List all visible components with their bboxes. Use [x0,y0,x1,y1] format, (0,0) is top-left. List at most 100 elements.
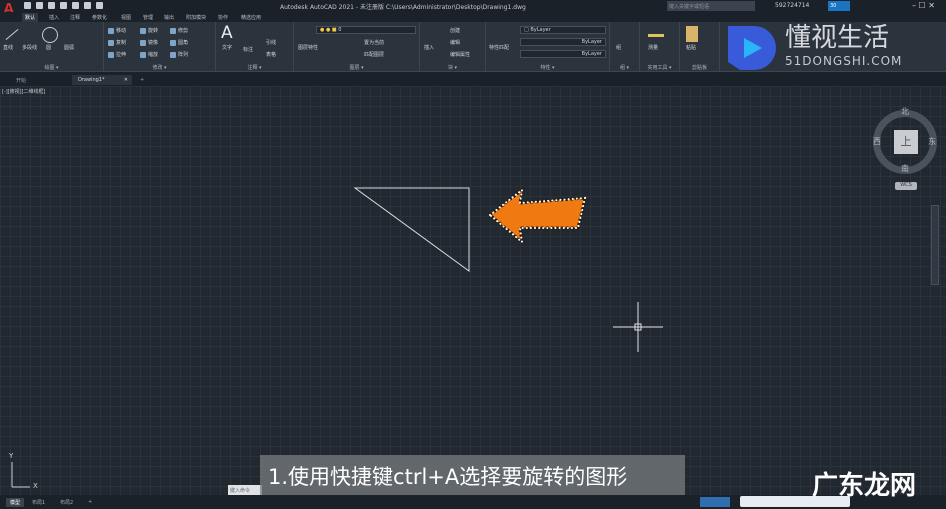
text-tool[interactable]: 文字 [222,44,232,51]
ucs-x-label: X [33,482,38,490]
viewport-controls[interactable]: [-][俯视][二维线框] [2,88,46,95]
open-icon[interactable] [36,2,43,9]
panel-label[interactable]: 块 ▾ [420,64,485,71]
insert-tool[interactable]: 插入 [424,44,434,51]
lineweight-dropdown[interactable]: ByLayer [520,50,606,58]
north-label[interactable]: 北 [901,106,909,117]
panel-label[interactable]: 实用工具 ▾ [640,64,679,71]
line-tool[interactable]: 直线 [3,44,13,51]
tab-view[interactable]: 视图 [118,13,134,22]
south-label[interactable]: 南 [901,163,909,174]
west-label[interactable]: 西 [873,136,881,147]
panel-label[interactable]: 修改 ▾ [104,64,215,71]
panel-layers: 图层特性 ● ● ■ 0 置为当前 匹配图层 图层 ▾ [294,22,420,72]
stretch-tool[interactable]: 拉伸 [108,51,126,58]
brand-watermark-cn: 懂视生活 [785,23,890,53]
dimension-tool[interactable]: 标注 [243,46,253,53]
move-tool[interactable]: 移动 [108,27,126,34]
layer-dropdown[interactable]: ● ● ■ 0 [316,26,416,34]
tab-drawing1[interactable]: Drawing1* ✕ [72,75,132,85]
subtitle-caption: 1.使用快捷键ctrl+A选择要旋转的图形 [260,455,685,495]
copy-tool[interactable]: 复制 [108,39,126,46]
linetype-dropdown[interactable]: ByLayer [520,38,606,46]
paste-tool[interactable]: 粘贴 [686,44,696,51]
panel-block: 插入 创建 编辑 编辑属性 块 ▾ [420,22,486,72]
panel-label[interactable]: 注释 ▾ [216,64,293,71]
brand-logo-icon [728,26,776,70]
east-label[interactable]: 东 [928,136,936,147]
tab-output[interactable]: 输出 [161,13,177,22]
tab-layout1[interactable]: 布局1 [28,498,49,507]
panel-annotation: A 文字 标注 引线 表格 注释 ▾ [216,22,294,72]
array-tool[interactable]: 阵列 [170,51,188,58]
close-icon[interactable]: ✕ [124,77,128,83]
status-toggles[interactable] [700,497,730,507]
layer-properties-tool[interactable]: 图层特性 [298,44,318,51]
mirror-tool[interactable]: 镜像 [140,39,158,46]
panel-clipboard: 粘贴 剪贴板 [680,22,720,72]
save-icon[interactable] [48,2,55,9]
save-as-icon[interactable] [60,2,67,9]
panel-label[interactable]: 图层 ▾ [294,64,419,71]
tab-parametric[interactable]: 参数化 [89,13,110,22]
tab-featured[interactable]: 精选应用 [238,13,264,22]
trial-badge[interactable]: 30 [828,1,850,11]
trim-tool[interactable]: 修剪 [170,27,188,34]
ribbon: 直线 多段线 圆 圆弧 绘图 ▾ 移动 旋转 修剪 复制 镜像 圆角 拉伸 缩放… [0,22,946,72]
panel-label[interactable]: 绘图 ▾ [0,64,103,71]
panel-label[interactable]: 组 ▾ [610,64,639,71]
measure-icon [648,34,664,37]
rotate-tool[interactable]: 旋转 [140,27,158,34]
match-layer-tool[interactable]: 匹配图层 [364,51,384,58]
match-properties-tool[interactable]: 特性匹配 [489,44,509,51]
wcs-menu[interactable]: WCS [895,182,917,190]
panel-modify: 移动 旋转 修剪 复制 镜像 圆角 拉伸 缩放 阵列 修改 ▾ [104,22,216,72]
arc-tool[interactable]: 圆弧 [64,44,74,51]
polyline-tool[interactable]: 多段线 [22,44,37,51]
tab-model[interactable]: 模型 [6,498,25,507]
search-input[interactable]: 键入关键字或短语 [667,1,755,11]
table-tool[interactable]: 表格 [266,51,276,58]
tab-collaborate[interactable]: 协作 [215,13,231,22]
command-input[interactable]: 键入命令 [228,485,262,495]
fillet-tool[interactable]: 圆角 [170,39,188,46]
tab-annotate[interactable]: 注释 [67,13,83,22]
tab-manage[interactable]: 管理 [140,13,156,22]
edit-block-tool[interactable]: 编辑 [450,39,460,46]
tab-default[interactable]: 默认 [22,13,39,22]
document-tabs: 开始 Drawing1* ✕ + [0,72,946,86]
new-icon[interactable] [24,2,31,9]
add-layout-button[interactable]: + [84,498,96,506]
group-tool[interactable]: 组 [616,44,621,51]
measure-tool[interactable]: 测量 [648,44,658,51]
window-controls[interactable]: – ☐ ✕ [912,1,935,10]
edit-attributes-tool[interactable]: 编辑属性 [450,51,470,58]
leader-tool[interactable]: 引线 [266,39,276,46]
navigation-bar[interactable] [931,205,939,285]
circle-tool[interactable]: 圆 [46,44,51,51]
ucs-y-label: Y [9,452,14,460]
panel-properties: 特性匹配 □ ByLayer ByLayer ByLayer 特性 ▾ [486,22,610,72]
ribbon-tabs: 默认 插入 注释 参数化 视图 管理 输出 附加模块 协作 精选应用 [0,12,946,22]
panel-label[interactable]: 特性 ▾ [486,64,609,71]
tab-addins[interactable]: 附加模块 [183,13,209,22]
color-dropdown[interactable]: □ ByLayer [520,26,606,34]
user-name[interactable]: 592724714 [775,2,809,9]
panel-draw: 直线 多段线 圆 圆弧 绘图 ▾ [0,22,104,72]
tab-insert[interactable]: 插入 [46,13,62,22]
panel-label[interactable]: 剪贴板 [680,64,719,71]
plot-icon[interactable] [72,2,79,9]
viewcube-top[interactable]: 上 [894,130,918,154]
tab-start[interactable]: 开始 [10,75,70,85]
set-current-tool[interactable]: 置为当前 [364,39,384,46]
line-icon [5,28,19,41]
tab-layout2[interactable]: 布局2 [56,498,77,507]
corner-watermark: 广东龙网 [812,471,917,501]
create-block-tool[interactable]: 创建 [450,27,460,34]
print-icon[interactable] [84,2,91,9]
text-icon: A [221,23,233,43]
drawing-canvas[interactable] [0,86,946,495]
new-tab-button[interactable]: + [134,75,150,85]
scale-tool[interactable]: 缩放 [140,51,158,58]
undo-icon[interactable] [96,2,103,9]
